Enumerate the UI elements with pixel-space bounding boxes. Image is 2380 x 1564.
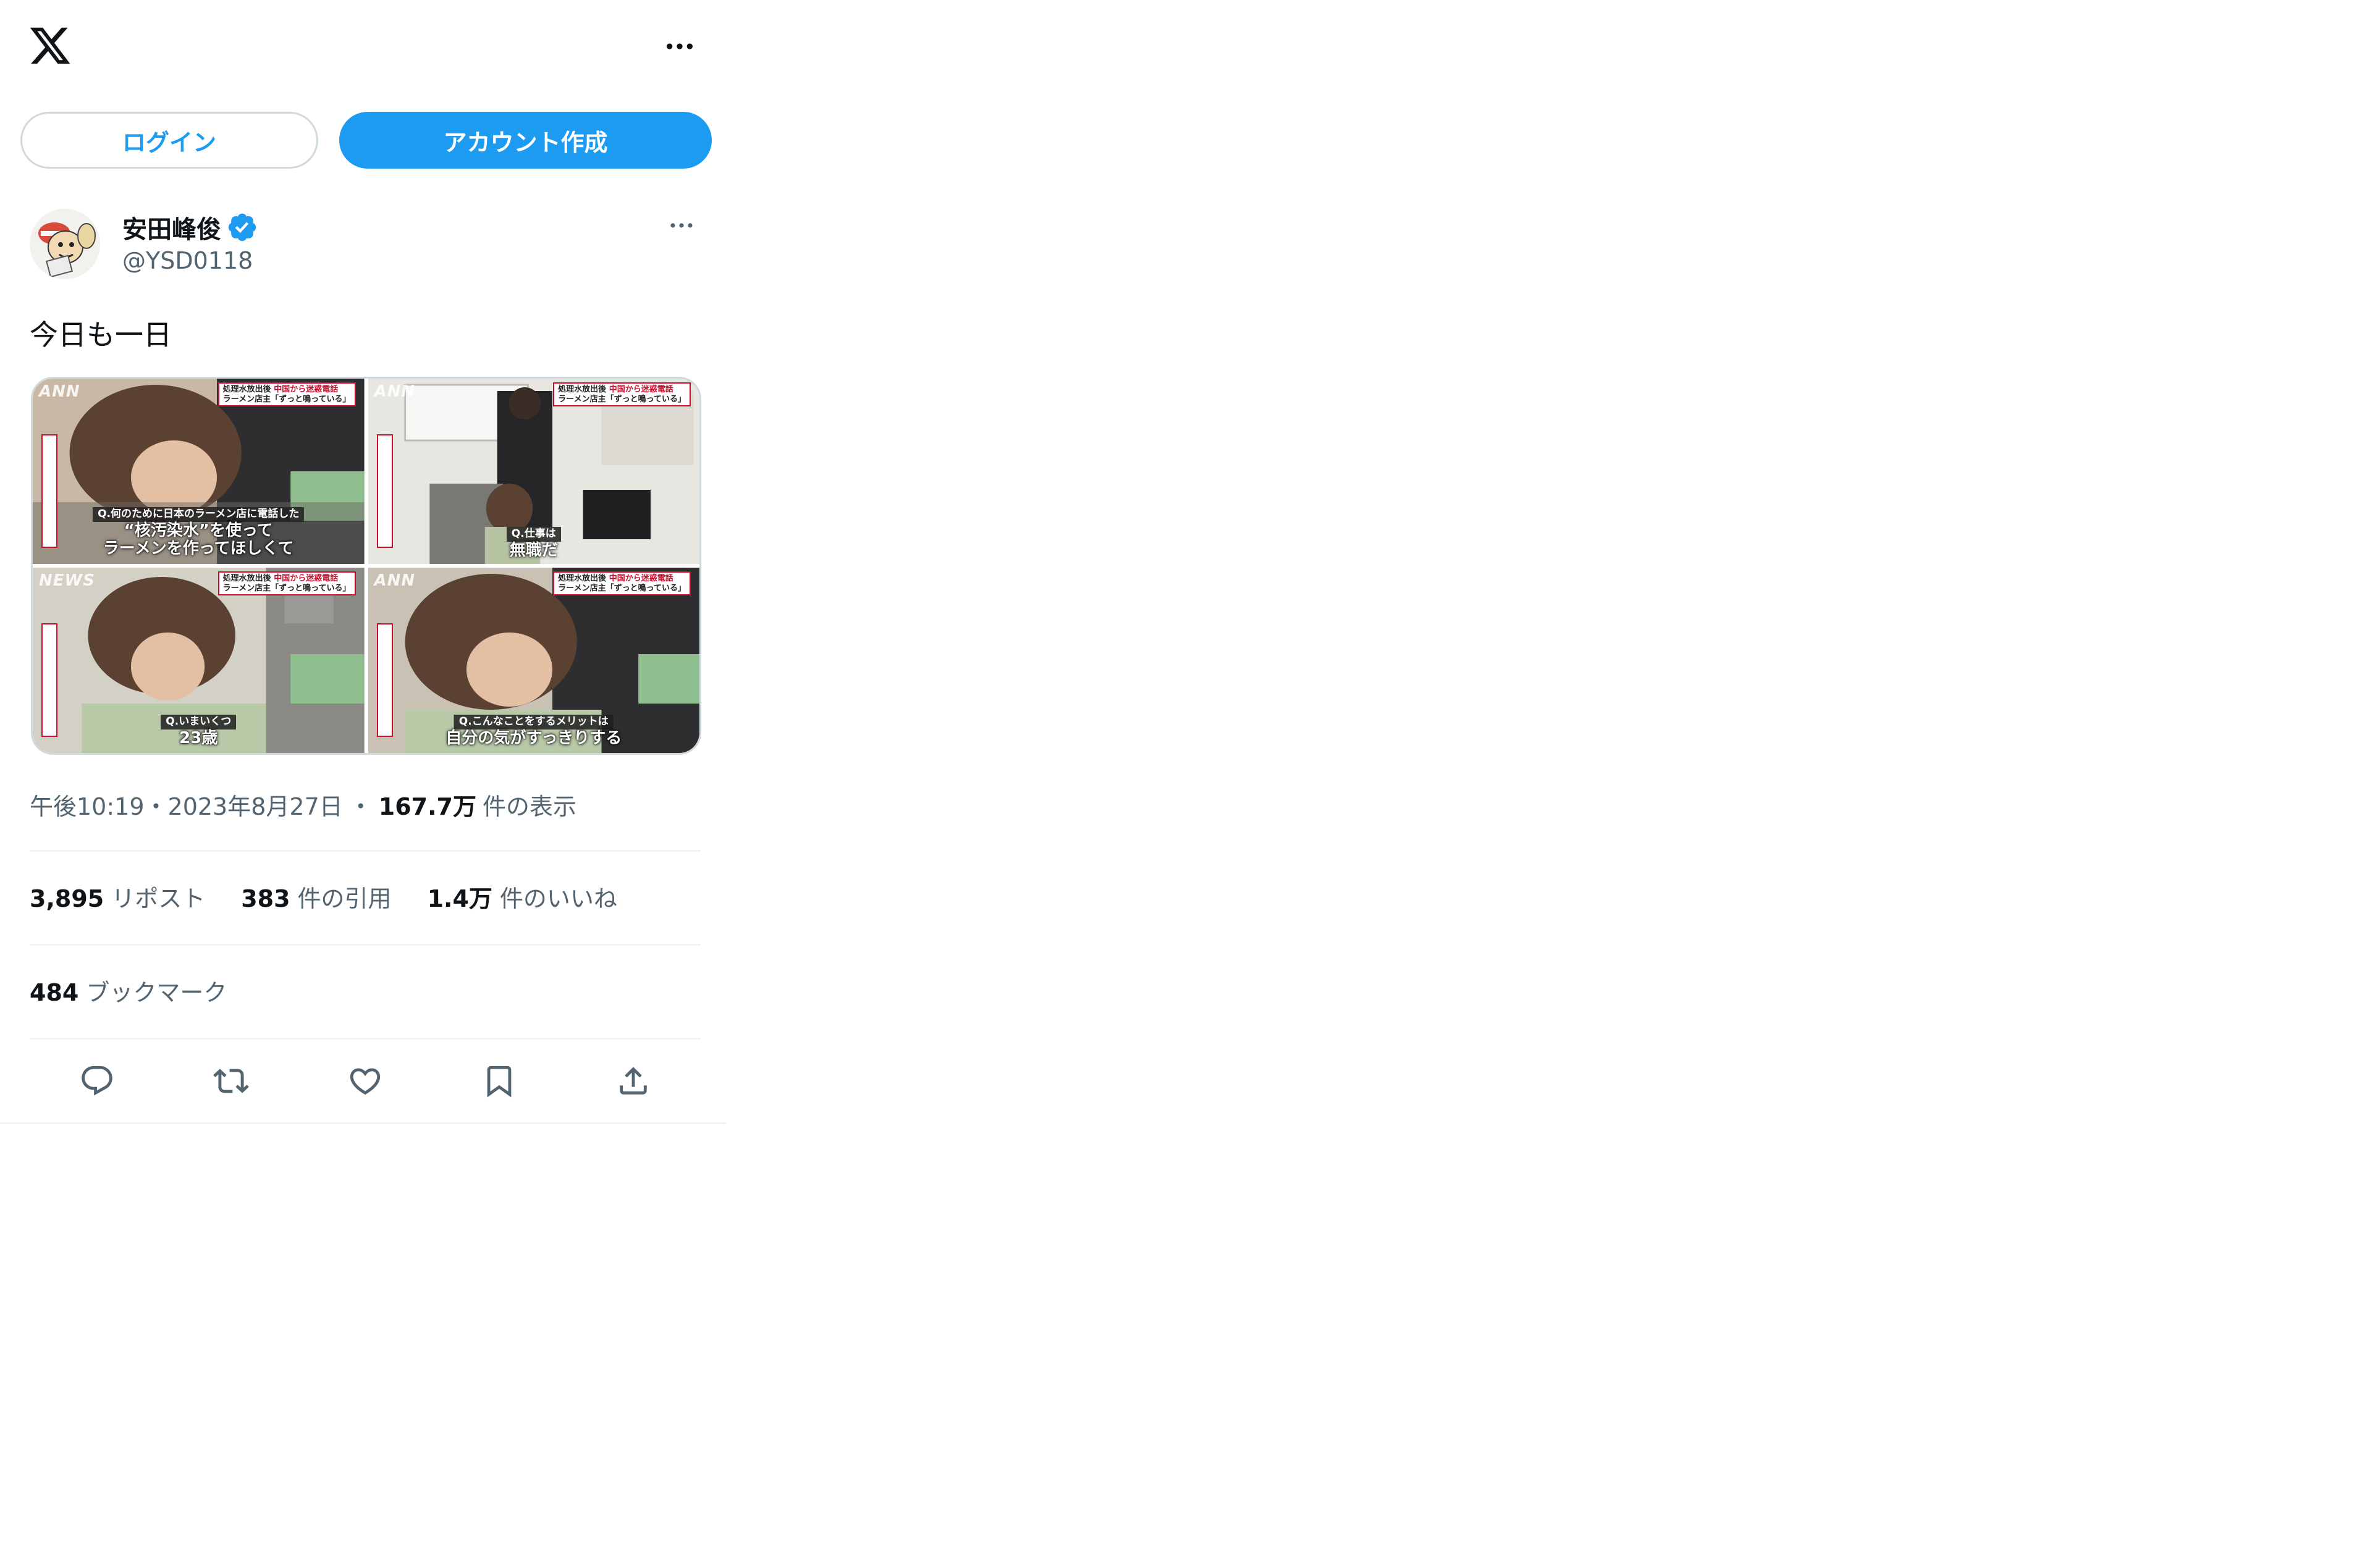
news-headline-badge: 処理水放出後 中国から迷惑電話 ラーメン店主「ずっと鳴っている」 xyxy=(217,571,356,596)
top-bar xyxy=(0,0,726,99)
engagement-stats: 3,895 リポスト 383 件の引用 1.4万 件のいいね xyxy=(30,880,653,914)
repost-icon[interactable] xyxy=(209,1059,253,1103)
author-name-row: 安田峰俊 xyxy=(122,210,258,245)
channel-logo: ANN xyxy=(39,382,80,401)
reposts-stat[interactable]: 3,895 リポスト xyxy=(30,880,205,914)
share-icon[interactable] xyxy=(612,1059,655,1103)
side-caption-strip xyxy=(41,623,57,737)
action-bar xyxy=(30,1050,701,1112)
media-image-3[interactable]: NEWS 処理水放出後 中国から迷惑電話 ラーメン店主「ずっと鳴っている」 Q.… xyxy=(33,568,365,753)
media-image-4[interactable]: ANN 処理水放出後 中国から迷惑電話 ラーメン店主「ずっと鳴っている」 Q.こ… xyxy=(368,568,699,753)
bookmarks-stats: 484 ブックマーク xyxy=(30,973,263,1007)
media-grid: ANN 処理水放出後 中国から迷惑電話 ラーメン店主「ずっと鳴っている」 Q.何… xyxy=(31,377,701,755)
media-image-1[interactable]: ANN 処理水放出後 中国から迷惑電話 ラーメン店主「ずっと鳴っている」 Q.何… xyxy=(33,379,365,564)
channel-logo: ANN xyxy=(374,571,416,590)
news-headline-badge: 処理水放出後 中国から迷惑電話 ラーメン店主「ずっと鳴っている」 xyxy=(217,382,356,407)
tweet-column: ログイン アカウント作成 安田峰俊 @YSD0118 今日も一日 ANN 処理水… xyxy=(0,0,726,1124)
login-button[interactable]: ログイン xyxy=(20,112,318,169)
channel-logo: ANN xyxy=(374,382,416,401)
x-logo-icon[interactable] xyxy=(28,23,72,68)
reply-icon[interactable] xyxy=(75,1059,119,1103)
author-handle[interactable]: @YSD0118 xyxy=(122,247,253,274)
tweet-author: 安田峰俊 @YSD0118 xyxy=(30,205,697,285)
avatar[interactable] xyxy=(30,209,100,279)
author-name[interactable]: 安田峰俊 xyxy=(122,209,221,245)
like-icon[interactable] xyxy=(344,1059,387,1103)
media-image-2[interactable]: ANN 処理水放出後 中国から迷惑電話 ラーメン店主「ずっと鳴っている」 Q.仕… xyxy=(368,379,699,564)
side-caption-strip xyxy=(41,434,57,548)
bookmarks-stat: 484 ブックマーク xyxy=(30,979,227,1006)
more-horizontal-icon[interactable] xyxy=(661,31,698,62)
side-caption-strip xyxy=(376,623,393,737)
subtitle: Q.こんなことをするメリットは 自分の気がすっきりする xyxy=(445,715,622,747)
news-headline-badge: 処理水放出後 中国から迷惑電話 ラーメン店主「ずっと鳴っている」 xyxy=(553,571,691,596)
subtitle: Q.何のために日本のラーメン店に電話した “核汚染水”を使って ラーメンを作って… xyxy=(93,507,305,558)
tweet-date[interactable]: 2023年8月27日 xyxy=(168,788,343,822)
divider xyxy=(30,1038,701,1040)
views-count: 167.7万 xyxy=(378,793,476,820)
side-caption-strip xyxy=(376,434,393,548)
signup-button[interactable]: アカウント作成 xyxy=(339,112,712,169)
views-label: 件の表示 xyxy=(483,793,577,820)
channel-logo: NEWS xyxy=(39,571,95,590)
tweet-meta: 午後10:19 ・ 2023年8月27日 ・ 167.7万 件の表示 xyxy=(30,788,576,822)
news-headline-badge: 処理水放出後 中国から迷惑電話 ラーメン店主「ずっと鳴っている」 xyxy=(553,382,691,407)
divider xyxy=(30,944,701,946)
verified-badge-icon xyxy=(226,211,258,243)
tweet-more-icon[interactable] xyxy=(666,210,697,241)
separator: ・ xyxy=(348,793,373,820)
quotes-stat[interactable]: 383 件の引用 xyxy=(241,880,391,914)
divider xyxy=(30,850,701,852)
tweet-text: 今日も一日 xyxy=(30,318,172,351)
subtitle: Q.仕事は 無職だ xyxy=(506,527,561,560)
subtitle: Q.いまいくつ 23歳 xyxy=(161,715,237,747)
separator: ・ xyxy=(144,793,168,820)
bookmark-icon[interactable] xyxy=(478,1059,521,1103)
tweet-time[interactable]: 午後10:19 xyxy=(30,788,145,822)
likes-stat[interactable]: 1.4万 件のいいね xyxy=(428,880,617,914)
